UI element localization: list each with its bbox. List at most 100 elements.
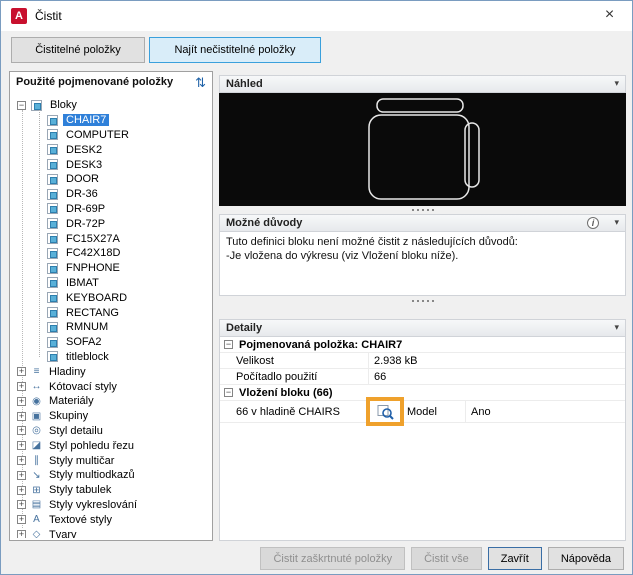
- tree-item-detail-view-style[interactable]: + ◎ Styl detailu: [12, 424, 210, 439]
- tree-item-block[interactable]: DESK2: [12, 142, 210, 157]
- tree-item-text-styles[interactable]: + A Textové styly: [12, 512, 210, 527]
- purge-all-button[interactable]: Čistit vše: [411, 547, 482, 570]
- tree-item-label: Skupiny: [49, 410, 89, 423]
- layers-icon: ≡: [33, 366, 40, 378]
- block-icon: [47, 247, 58, 259]
- close-button[interactable]: Zavřít: [487, 547, 542, 570]
- expand-icon[interactable]: +: [17, 500, 26, 510]
- splitter-handle[interactable]: [219, 206, 626, 214]
- tree-item-label: DOOR: [66, 173, 99, 186]
- expand-icon[interactable]: +: [17, 396, 26, 406]
- collapse-icon[interactable]: −: [224, 388, 233, 397]
- reasons-text-panel: Tuto definici bloku není možné čistit z …: [219, 232, 626, 296]
- materials-icon: ◉: [32, 395, 41, 407]
- info-icon[interactable]: i: [587, 217, 599, 229]
- left-panel-header: Použité pojmenované položky ⇅: [16, 75, 208, 96]
- tree-item-groups[interactable]: + ▣ Skupiny: [12, 409, 210, 424]
- tree-item-label: SOFA2: [66, 336, 102, 349]
- collapse-icon[interactable]: −: [17, 100, 26, 110]
- tree-item-table-styles[interactable]: + ⊞ Styly tabulek: [12, 483, 210, 498]
- expand-icon[interactable]: +: [17, 456, 26, 466]
- tree-item-layers[interactable]: + ≡ Hladiny: [12, 364, 210, 379]
- expand-icon[interactable]: +: [17, 530, 26, 538]
- tree-item-materials[interactable]: + ◉ Materiály: [12, 394, 210, 409]
- expand-icon[interactable]: +: [17, 441, 26, 451]
- tree-item-dimension-styles[interactable]: + ↔ Kótovací styly: [12, 379, 210, 394]
- text-style-icon: A: [33, 514, 40, 526]
- named-items-tree: − Bloky CHAIR7 COMPUTER DESK2 DESK3 DOOR…: [12, 98, 210, 538]
- tab-find-non-purgeable-items[interactable]: Najít nečistitelné položky: [149, 37, 321, 63]
- insertion-space: Model: [402, 401, 466, 422]
- tree-item-block[interactable]: DR-72P: [12, 216, 210, 231]
- tree-item-plot-styles[interactable]: + ▤ Styly vykreslování: [12, 498, 210, 513]
- expand-icon[interactable]: +: [17, 515, 26, 525]
- tree-item-label: Kótovací styly: [49, 380, 117, 393]
- preview-title: Náhled: [226, 78, 263, 90]
- tree-item-label: RMNUM: [66, 321, 109, 334]
- close-icon[interactable]: ×: [587, 1, 632, 31]
- autocad-logo-icon: A: [11, 8, 27, 24]
- tree-item-block[interactable]: DESK3: [12, 157, 210, 172]
- block-icon: [47, 203, 58, 215]
- chevron-down-icon[interactable]: ▾: [614, 322, 619, 333]
- plot-style-icon: ▤: [31, 499, 42, 511]
- expand-icon[interactable]: +: [17, 485, 26, 495]
- purge-checked-button[interactable]: Čistit zaškrtnuté položky: [260, 547, 406, 570]
- tree-item-label: Hladiny: [49, 365, 86, 378]
- groups-icon: ▣: [31, 410, 42, 422]
- tree-item-shapes[interactable]: + ◇ Tvary: [12, 527, 210, 538]
- tree-item-section-view-style[interactable]: + ◪ Styl pohledu řezu: [12, 438, 210, 453]
- details-group-named-item[interactable]: − Pojmenovaná položka: CHAIR7: [220, 337, 625, 353]
- expand-icon[interactable]: +: [17, 411, 26, 421]
- tree-item-label: FC42X18D: [66, 247, 121, 260]
- insertion-label: 66 v hladině CHAIRS: [220, 401, 369, 422]
- tree-item-block[interactable]: RMNUM: [12, 320, 210, 335]
- tree-item-block[interactable]: COMPUTER: [12, 128, 210, 143]
- expand-icon[interactable]: +: [17, 426, 26, 436]
- tree-item-block[interactable]: CHAIR7: [12, 113, 210, 128]
- collapse-icon[interactable]: −: [224, 340, 233, 349]
- tree-item-block[interactable]: FNPHONE: [12, 261, 210, 276]
- tree-item-block[interactable]: SOFA2: [12, 335, 210, 350]
- chevron-down-icon[interactable]: ▾: [614, 217, 619, 228]
- tree-item-block[interactable]: KEYBOARD: [12, 290, 210, 305]
- block-icon: [47, 129, 58, 141]
- tree-item-block[interactable]: IBMAT: [12, 276, 210, 291]
- reasons-title: Možné důvody: [226, 217, 303, 229]
- detail-label: Velikost: [220, 353, 369, 368]
- splitter-handle[interactable]: [219, 297, 626, 305]
- details-group-block-insertions[interactable]: − Vložení bloku (66): [220, 385, 625, 401]
- tree-item-multiline-styles[interactable]: + ∥ Styly multičar: [12, 453, 210, 468]
- chevron-down-icon[interactable]: ▾: [614, 78, 619, 89]
- detail-value: 2.938 kB: [374, 354, 418, 367]
- reasons-section-header: Možné důvody i ▾: [219, 214, 626, 232]
- tree-item-block[interactable]: FC42X18D: [12, 246, 210, 261]
- tree-item-block[interactable]: DR-36: [12, 187, 210, 202]
- details-row-insertion: 66 v hladině CHAIRS Model Ano: [220, 401, 625, 423]
- block-icon: [47, 321, 58, 333]
- sort-icon[interactable]: ⇅: [195, 75, 206, 91]
- details-title: Detaily: [226, 322, 263, 334]
- expand-icon[interactable]: +: [17, 367, 26, 377]
- tree-item-block[interactable]: DOOR: [12, 172, 210, 187]
- expand-icon[interactable]: +: [17, 382, 26, 392]
- block-icon: [47, 336, 58, 348]
- tree-item-label: DR-72P: [66, 217, 106, 230]
- details-table: − Pojmenovaná položka: CHAIR7 Velikost 2…: [219, 337, 626, 541]
- expand-icon[interactable]: +: [17, 470, 26, 480]
- titlebar: A Čistit ×: [1, 1, 632, 31]
- tree-item-label: Styl pohledu řezu: [49, 439, 134, 452]
- tree-item-block[interactable]: RECTANG: [12, 305, 210, 320]
- tree-item-block[interactable]: FC15X27A: [12, 231, 210, 246]
- help-button[interactable]: Nápověda: [547, 547, 624, 570]
- tree-item-multileader-styles[interactable]: + ↘ Styly multiodkazů: [12, 468, 210, 483]
- tree-item-block[interactable]: titleblock: [12, 350, 210, 365]
- tree-item-block[interactable]: DR-69P: [12, 202, 210, 217]
- tree-item-label: Bloky: [50, 99, 77, 112]
- zoom-to-insertion-icon[interactable]: [377, 404, 394, 420]
- block-icon: [47, 351, 58, 363]
- details-group-label: Pojmenovaná položka: CHAIR7: [239, 338, 403, 351]
- tab-purgeable-items[interactable]: Čistitelné položky: [11, 37, 145, 63]
- multiline-style-icon: ∥: [34, 455, 39, 467]
- tree-item-blocks-root[interactable]: − Bloky: [12, 98, 210, 113]
